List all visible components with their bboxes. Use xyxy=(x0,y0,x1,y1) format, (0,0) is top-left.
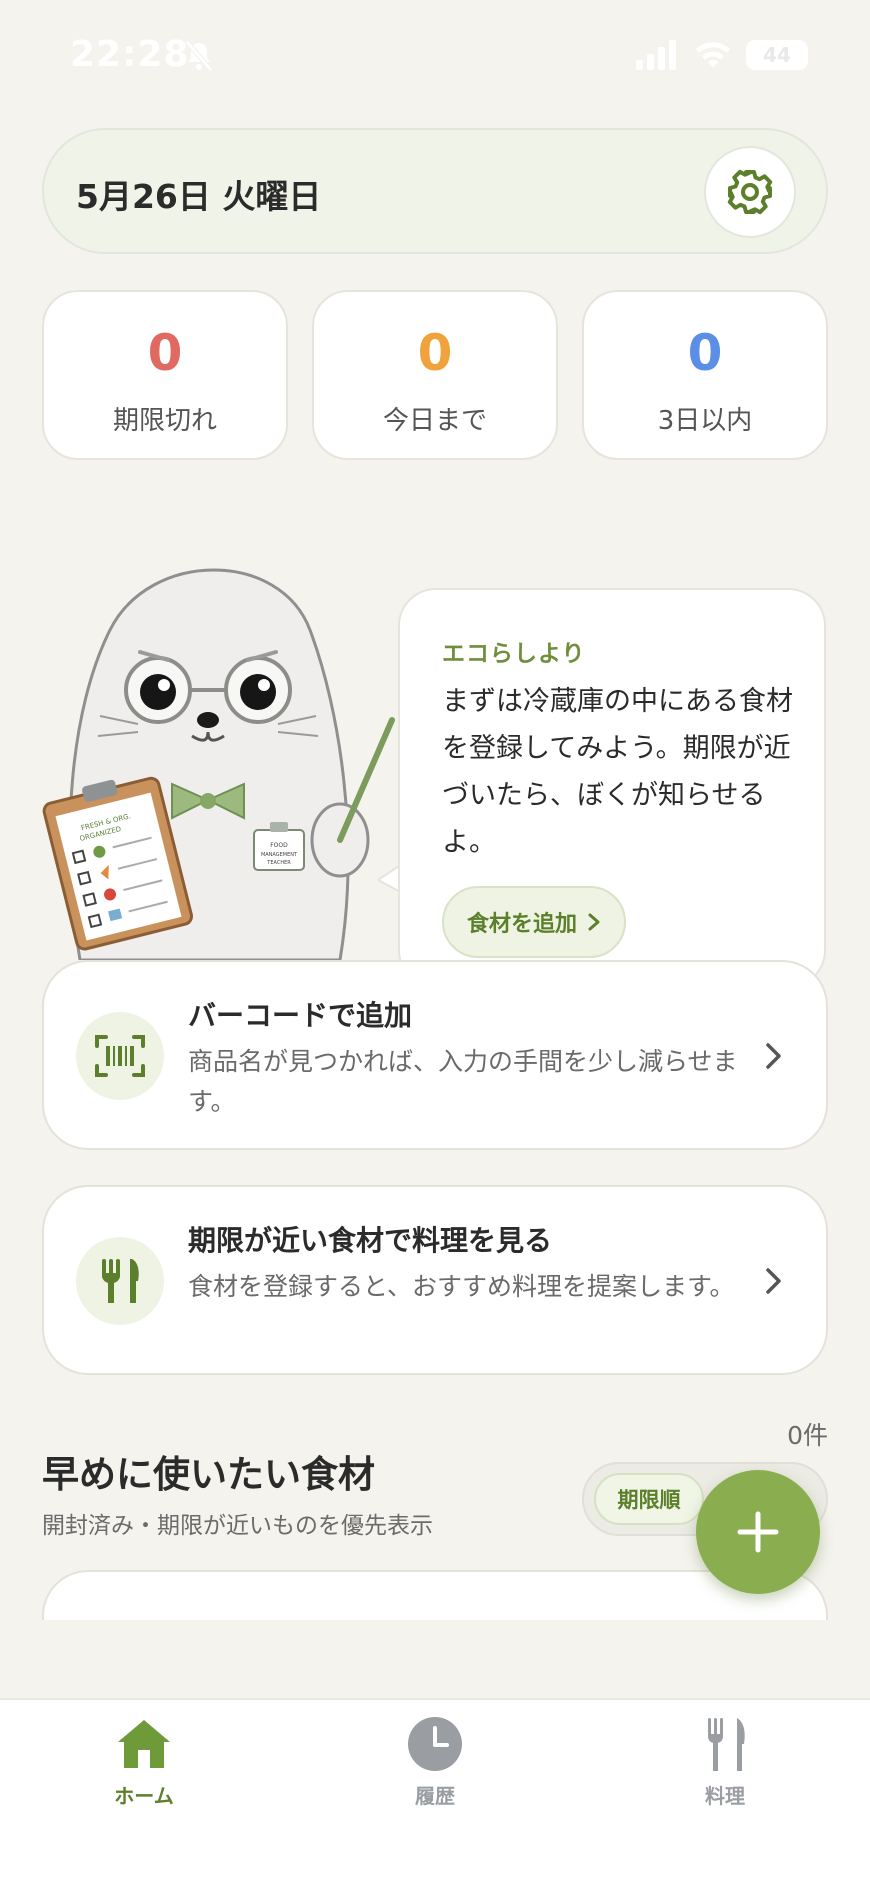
fork-knife-icon xyxy=(708,1718,745,1771)
bubble-message: まずは冷蔵庫の中にある食材を登録してみよう。期限が近づいたら、ぼくが知らせるよ。 xyxy=(442,686,793,858)
chevron-right-icon xyxy=(588,913,600,931)
section-subtitle: 開封済み・期限が近いものを優先表示 xyxy=(42,1513,433,1539)
signal-icon xyxy=(636,40,676,70)
bell-muted-icon xyxy=(185,40,213,72)
recipe-suggest-card[interactable]: 期限が近い食材で料理を見る 食材を登録すると、おすすめ料理を提案します。 xyxy=(42,1185,828,1375)
stat-expired-count: 0 xyxy=(147,324,183,382)
utensils-icon-wrap xyxy=(76,1237,164,1325)
stat-expired-label: 期限切れ xyxy=(112,406,217,436)
status-bar: 22:28 44 xyxy=(0,0,870,110)
tab-recipes-label: 料理 xyxy=(705,1784,745,1808)
scroll-mask xyxy=(0,1620,870,1698)
barcode-card-description: 商品名が見つかれば、入力の手間を少し減らせます。 xyxy=(188,1047,738,1116)
tab-recipes[interactable]: 料理 xyxy=(645,1714,805,1824)
stat-3days[interactable]: 0 3日以内 xyxy=(582,290,828,460)
stat-today[interactable]: 0 今日まで xyxy=(312,290,558,460)
utensils-icon xyxy=(102,1259,139,1303)
barcode-icon-wrap xyxy=(76,1012,164,1100)
bottom-tab-bar: ホーム 履歴 料理 xyxy=(0,1698,870,1882)
stat-3days-label: 3日以内 xyxy=(657,406,753,436)
section-title: 早めに使いたい食材 xyxy=(42,1453,375,1496)
item-count: 0件 xyxy=(787,1421,828,1450)
seal-mascot-illustration: FOOD MANAGEMENT TEACHER FRESH & ORG. ORG… xyxy=(42,568,395,960)
current-date: 5月26日 火曜日 xyxy=(76,177,322,216)
chevron-right-icon xyxy=(766,1043,781,1069)
status-time: 22:28 xyxy=(70,34,190,75)
date-header: 5月26日 火曜日 xyxy=(42,128,828,254)
badge-text: FOOD xyxy=(270,842,288,849)
gear-icon xyxy=(727,169,773,215)
tab-history-label: 履歴 xyxy=(415,1784,455,1808)
add-food-button[interactable]: 食材を追加 xyxy=(442,886,626,958)
home-icon xyxy=(118,1720,170,1768)
home-screen: 22:28 44 5月26日 火曜日 0 期限切れ 0 今日まで 0 3日以内 … xyxy=(0,0,870,1882)
stat-expired[interactable]: 0 期限切れ xyxy=(42,290,288,460)
recipe-card-title: 期限が近い食材で料理を見る xyxy=(188,1224,553,1257)
battery-indicator: 44 xyxy=(746,40,808,70)
add-food-label: 食材を追加 xyxy=(466,912,577,937)
sort-chip-label: 期限順 xyxy=(617,1488,681,1512)
barcode-icon xyxy=(95,1035,145,1077)
sort-by-expiry-chip[interactable]: 期限順 xyxy=(594,1473,704,1525)
barcode-add-card[interactable]: バーコードで追加 商品名が見つかれば、入力の手間を少し減らせます。 xyxy=(42,960,828,1150)
svg-text:MANAGEMENT: MANAGEMENT xyxy=(261,852,298,858)
status-indicators: 44 xyxy=(636,40,808,70)
bubble-sender: エコらしより xyxy=(442,641,586,667)
settings-button[interactable] xyxy=(704,146,796,238)
chevron-right-icon xyxy=(766,1268,781,1294)
plus-icon xyxy=(737,1511,779,1553)
tab-home-label: ホーム xyxy=(114,1784,174,1808)
stat-today-count: 0 xyxy=(417,324,453,382)
add-item-fab[interactable] xyxy=(696,1470,820,1594)
clock-icon xyxy=(408,1717,462,1771)
stat-3days-count: 0 xyxy=(687,324,723,382)
recipe-card-description: 食材を登録すると、おすすめ料理を提案します。 xyxy=(188,1272,735,1301)
svg-text:TEACHER: TEACHER xyxy=(266,860,291,866)
tab-history[interactable]: 履歴 xyxy=(355,1714,515,1824)
stat-today-label: 今日まで xyxy=(382,406,487,436)
tab-home[interactable]: ホーム xyxy=(64,1714,224,1824)
mascot-speech-bubble: エコらしより まずは冷蔵庫の中にある食材を登録してみよう。期限が近づいたら、ぼく… xyxy=(398,588,826,988)
wifi-icon xyxy=(696,42,730,68)
battery-level: 44 xyxy=(763,43,791,67)
barcode-card-title: バーコードで追加 xyxy=(188,999,413,1032)
